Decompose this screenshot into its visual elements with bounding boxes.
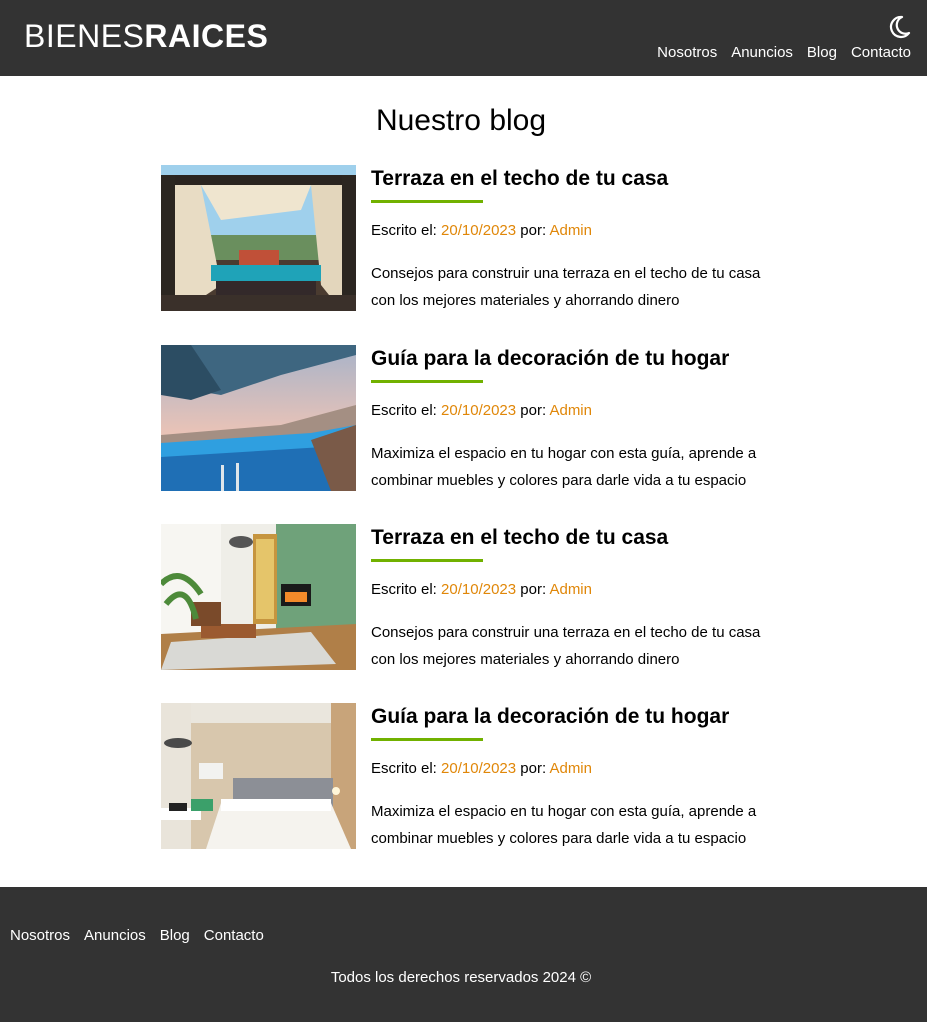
blog-entry: Terraza en el techo de tu casa Escrito e… <box>161 524 761 670</box>
entry-description: Consejos para construir una terraza en e… <box>371 624 761 668</box>
entry-title[interactable]: Guía para la decoración de tu hogar <box>371 345 761 373</box>
footer-link-nosotros[interactable]: Nosotros <box>10 927 70 945</box>
entry-image-bedroom[interactable] <box>161 703 356 849</box>
logo-text-bold: RAICES <box>144 18 269 54</box>
entry-text: Terraza en el techo de tu casa Escrito e… <box>371 524 761 673</box>
entry-title[interactable]: Terraza en el techo de tu casa <box>371 165 761 193</box>
meta-prefix: Escrito el: <box>371 760 442 777</box>
site-header: BIENESRAICES Nosotros Anuncios Blog Cont… <box>0 0 927 76</box>
title-underline <box>371 559 483 562</box>
blog-entry: Terraza en el techo de tu casa Escrito e… <box>161 165 761 311</box>
nav-link-nosotros[interactable]: Nosotros <box>657 44 717 62</box>
nav-link-anuncios[interactable]: Anuncios <box>731 44 793 62</box>
entry-text: Guía para la decoración de tu hogar Escr… <box>371 345 761 494</box>
title-underline <box>371 380 483 383</box>
meta-prefix: Escrito el: <box>371 222 442 239</box>
meta-by: por: <box>516 402 550 419</box>
entry-meta: Escrito el: 20/10/2023 por: Admin <box>371 580 761 600</box>
entry-date: 20/10/2023 <box>441 222 517 239</box>
entry-text: Terraza en el techo de tu casa Escrito e… <box>371 165 761 314</box>
site-logo[interactable]: BIENESRAICES <box>24 18 268 54</box>
entry-meta: Escrito el: 20/10/2023 por: Admin <box>371 221 761 241</box>
entry-author: Admin <box>549 760 592 777</box>
blog-entry: Guía para la decoración de tu hogar Escr… <box>161 345 761 491</box>
footer-nav: Nosotros Anuncios Blog Contacto <box>10 927 264 945</box>
title-underline <box>371 738 483 741</box>
entry-date: 20/10/2023 <box>441 581 517 598</box>
entry-description: Consejos para construir una terraza en e… <box>371 265 761 309</box>
entry-text: Guía para la decoración de tu hogar Escr… <box>371 703 761 852</box>
entry-meta: Escrito el: 20/10/2023 por: Admin <box>371 401 761 421</box>
entry-date: 20/10/2023 <box>441 760 517 777</box>
logo-text-light: BIENES <box>24 18 145 54</box>
entry-title[interactable]: Guía para la decoración de tu hogar <box>371 703 761 731</box>
entry-author: Admin <box>549 222 592 239</box>
moon-icon[interactable] <box>886 14 912 40</box>
entry-author: Admin <box>549 581 592 598</box>
footer-link-contacto[interactable]: Contacto <box>204 927 264 945</box>
entry-image-terrace[interactable] <box>161 165 356 311</box>
copyright-text: Todos los derechos reservados 2024 © <box>330 969 592 986</box>
site-footer: Nosotros Anuncios Blog Contacto Todos lo… <box>0 887 927 1022</box>
footer-link-anuncios[interactable]: Anuncios <box>84 927 146 945</box>
entry-meta: Escrito el: 20/10/2023 por: Admin <box>371 759 761 779</box>
header-nav: Nosotros Anuncios Blog Contacto <box>657 44 911 62</box>
entry-description: Maximiza el espacio en tu hogar con esta… <box>371 445 757 489</box>
meta-by: por: <box>516 581 550 598</box>
meta-prefix: Escrito el: <box>371 402 442 419</box>
meta-by: por: <box>516 222 550 239</box>
entry-image-pool[interactable] <box>161 345 356 491</box>
blog-entry: Guía para la decoración de tu hogar Escr… <box>161 703 761 849</box>
meta-by: por: <box>516 760 550 777</box>
meta-prefix: Escrito el: <box>371 581 442 598</box>
entry-description: Maximiza el espacio en tu hogar con esta… <box>371 803 757 847</box>
page-title: Nuestro blog <box>375 104 547 137</box>
entry-image-living-room[interactable] <box>161 524 356 670</box>
entry-author: Admin <box>549 402 592 419</box>
nav-link-blog[interactable]: Blog <box>807 44 837 62</box>
entry-title[interactable]: Terraza en el techo de tu casa <box>371 524 761 552</box>
entry-date: 20/10/2023 <box>441 402 517 419</box>
nav-link-contacto[interactable]: Contacto <box>851 44 911 62</box>
footer-link-blog[interactable]: Blog <box>160 927 190 945</box>
title-underline <box>371 200 483 203</box>
